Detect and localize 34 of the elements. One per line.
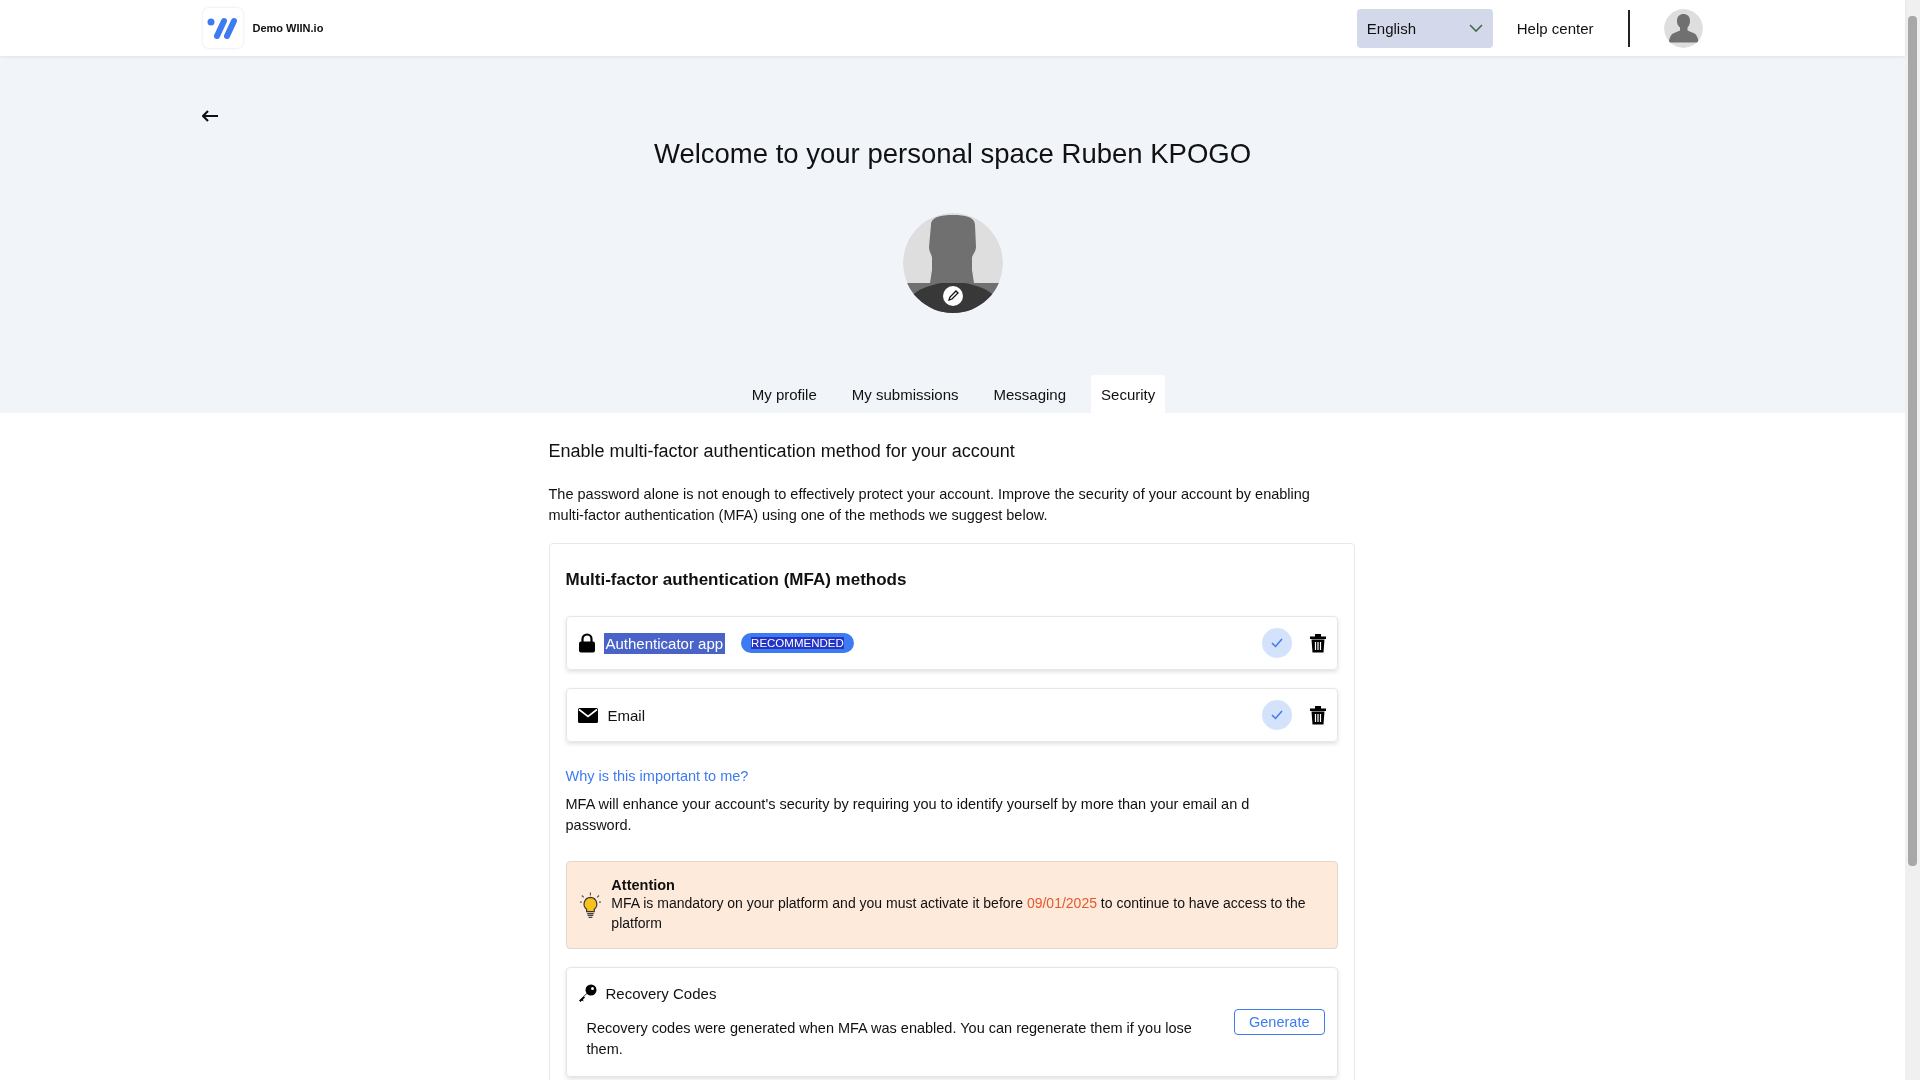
brand-name: Demo WIIN.io [252, 22, 324, 34]
tab[interactable]: Messaging [983, 375, 1077, 413]
edit-icon[interactable] [942, 286, 963, 306]
chevron-down-icon [1468, 23, 1483, 33]
help-center-link[interactable]: Help center [1516, 19, 1594, 37]
recovery-title: Recovery Codes [605, 984, 717, 1002]
envelope-icon [577, 707, 598, 723]
logo-icon[interactable] [202, 8, 243, 48]
trash-icon[interactable] [1309, 705, 1326, 725]
method-label: Email [606, 705, 646, 726]
why-text: MFA will enhance your account's security by requiring you to identify yourself by more than your email an d password. [565, 795, 1251, 835]
page-title: Welcome to your personal space Ruben KPOGO [653, 138, 1252, 170]
avatar-icon[interactable] [1663, 8, 1703, 48]
recommended-tag: RECOMMENDED [741, 633, 854, 653]
language-select[interactable]: English [1356, 8, 1493, 48]
tab[interactable]: My profile [741, 375, 827, 413]
why-important-link[interactable]: Why is this important to me? [565, 768, 749, 784]
method-label: Authenticator app [603, 632, 726, 654]
alert-title: Attention [611, 877, 676, 893]
tab[interactable]: Security [1091, 375, 1166, 413]
enabled-check-icon[interactable] [1261, 628, 1292, 658]
section-heading: Enable multi-factor authentication method for your account [548, 441, 1016, 462]
tab[interactable]: My submissions [841, 375, 969, 413]
enabled-check-icon[interactable] [1261, 700, 1292, 730]
trash-icon[interactable] [1309, 633, 1326, 653]
alert-message: MFA is mandatory on your platform and you must activate it before 09/01/2025 to continue to have access to the platform [611, 894, 1307, 933]
back-arrow-icon[interactable] [202, 110, 218, 122]
card-title: Multi-factor authentication (MFA) methods [565, 570, 908, 590]
intro-text: The password alone is not enough to effectively protect your account. Improve the security of your account by enabling multi-factor authentication (MFA) using one of the methods we suggest below. [548, 485, 1311, 525]
key-icon [577, 984, 598, 1002]
recovery-text: Recovery codes were generated when MFA was enabled. You can regenerate them if you lose them. [586, 1019, 1193, 1059]
lightbulb-icon [578, 891, 602, 919]
lock-icon [577, 633, 596, 653]
generate-button[interactable]: Generate [1234, 1009, 1325, 1035]
